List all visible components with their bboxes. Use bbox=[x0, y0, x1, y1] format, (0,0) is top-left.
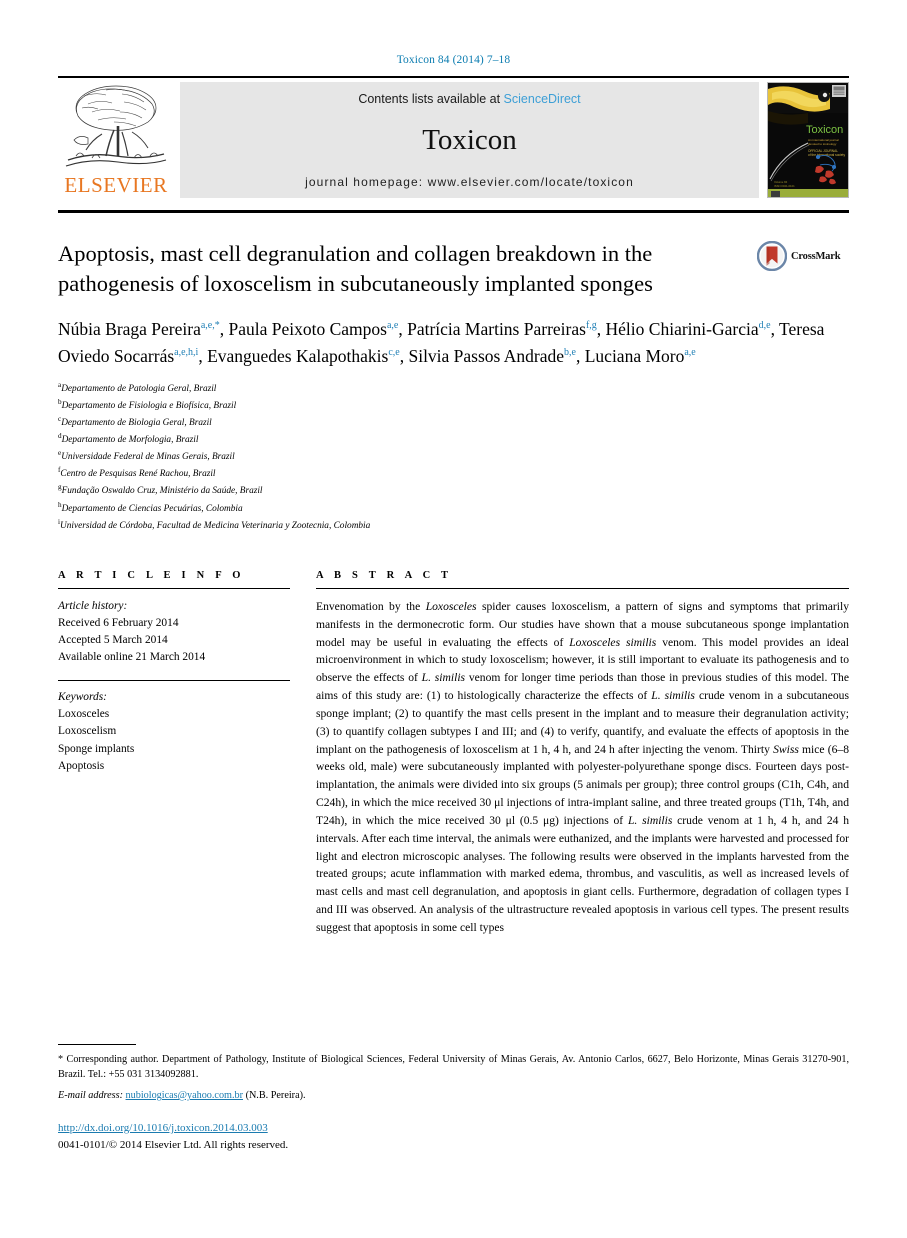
affiliation-item: eUniversidade Federal de Minas Gerais, B… bbox=[58, 449, 235, 463]
corresponding-author-note: * Corresponding author. Department of Pa… bbox=[58, 1054, 849, 1081]
elsevier-logo: ELSEVIER bbox=[58, 78, 174, 204]
email-line: E-mail address: nubiologicas@yahoo.com.b… bbox=[58, 1090, 849, 1101]
contents-prefix: Contents lists available at bbox=[358, 92, 504, 106]
journal-masthead: ELSEVIER Contents lists available at Sci… bbox=[58, 76, 849, 204]
article-history-item: Accepted 5 March 2014 bbox=[58, 634, 168, 647]
author-name: Paula Peixoto Campos bbox=[228, 319, 387, 340]
doi-block: http://dx.doi.org/10.1016/j.toxicon.2014… bbox=[58, 1120, 288, 1153]
affiliation-mark: c bbox=[58, 414, 62, 423]
affiliation-mark: i bbox=[58, 517, 60, 526]
affiliation-mark: b bbox=[58, 397, 62, 406]
svg-text:Toxicon: Toxicon bbox=[806, 124, 843, 136]
author-list: Núbia Braga Pereiraa,e,*, Paula Peixoto … bbox=[58, 319, 825, 366]
affiliation-item: cDepartamento de Biologia Geral, Brazil bbox=[58, 414, 212, 428]
affiliation-mark: f bbox=[58, 466, 61, 475]
author-name: Núbia Braga Pereira bbox=[58, 319, 201, 340]
author-affiliation-marks: a,e bbox=[386, 320, 399, 332]
author-name: Evanguedes Kalapothakis bbox=[207, 345, 389, 366]
author-affiliation-marks: d,e bbox=[758, 320, 771, 332]
keyword-item: Loxosceles bbox=[58, 708, 110, 721]
keywords-rule bbox=[58, 680, 290, 682]
contents-available-line: Contents lists available at ScienceDirec… bbox=[358, 92, 580, 106]
article-history-items: Received 6 February 2014 Accepted 5 March… bbox=[58, 615, 290, 666]
author-name: Hélio Chiarini-Garcia bbox=[605, 319, 759, 340]
author-name: Luciana Moro bbox=[584, 345, 685, 366]
svg-text:devoted to toxinology: devoted to toxinology bbox=[808, 142, 837, 146]
author-affiliation-marks: f,g bbox=[585, 320, 597, 332]
affiliation-item: fCentro de Pesquisas René Rachou, Brazil bbox=[58, 466, 216, 480]
abstract-column: A B S T R A C T Envenomation by the Loxo… bbox=[316, 570, 849, 937]
svg-text:of the international society: of the international society bbox=[808, 153, 845, 157]
elsevier-wordmark: ELSEVIER bbox=[64, 173, 168, 197]
affiliation-item: hDepartamento de Ciencias Pecuárias, Col… bbox=[58, 500, 243, 514]
email-suffix: (N.B. Pereira). bbox=[245, 1090, 306, 1101]
author-affiliation-marks: a,e bbox=[684, 347, 696, 359]
copyright-line: 0041-0101/© 2014 Elsevier Ltd. All right… bbox=[58, 1138, 289, 1151]
article-info-column: A R T I C L E I N F O Article history: R… bbox=[58, 570, 290, 937]
article-info-rule bbox=[58, 587, 290, 589]
article-info-heading: A R T I C L E I N F O bbox=[58, 569, 245, 581]
affiliation-mark: h bbox=[58, 500, 62, 509]
affiliation-item: gFundação Oswaldo Cruz, Ministério da Sa… bbox=[58, 483, 263, 497]
journal-banner: Contents lists available at ScienceDirec… bbox=[180, 82, 759, 198]
crossmark-icon bbox=[756, 240, 788, 272]
author-affiliation-marks: c,e bbox=[388, 347, 400, 359]
author-affiliation-marks: a,e,* bbox=[200, 320, 220, 332]
info-abstract-columns: A R T I C L E I N F O Article history: R… bbox=[58, 570, 849, 937]
affiliation-mark: e bbox=[58, 449, 62, 458]
article-history-label: Article history: bbox=[58, 599, 128, 612]
journal-cover-thumbnail: Toxicon An international journal devoted… bbox=[767, 82, 849, 198]
keywords-block: Keywords: Loxosceles Loxoscelism Sponge im… bbox=[58, 689, 290, 775]
author-affiliation-marks: a,e,h,i bbox=[174, 347, 199, 359]
keywords-label: Keywords: bbox=[58, 691, 107, 704]
keywords-items: Loxosceles Loxoscelism Sponge implants Apop… bbox=[58, 706, 290, 774]
masthead-bottom-rule bbox=[58, 210, 849, 213]
article-history-item: Available online 21 March 2014 bbox=[58, 651, 206, 664]
page-title: Apoptosis, mast cell degranulation and c… bbox=[58, 241, 653, 296]
affiliation-item: dDepartamento de Morfologia, Brazil bbox=[58, 431, 199, 446]
affiliation-item: aDepartamento de Patologia Geral, Brazil bbox=[58, 380, 217, 394]
affiliation-item: bDepartamento de Fisiologia e Biofísica,… bbox=[58, 397, 237, 411]
email-label: E-mail address: bbox=[58, 1090, 123, 1101]
affiliation-mark: g bbox=[58, 483, 62, 492]
sciencedirect-link[interactable]: ScienceDirect bbox=[504, 92, 581, 106]
svg-text:ISSN 0041-0101: ISSN 0041-0101 bbox=[774, 184, 795, 188]
abstract-paragraph: Envenomation by the Loxosceles spider ca… bbox=[316, 599, 850, 935]
doi-link[interactable]: http://dx.doi.org/10.1016/j.toxicon.2014… bbox=[58, 1120, 288, 1137]
journal-title: Toxicon bbox=[422, 124, 517, 156]
affiliation-mark: d bbox=[58, 431, 62, 440]
footnote-rule bbox=[58, 1044, 136, 1045]
journal-article-first-page: Toxicon 84 (2014) 7–18 ELSEVIER Contents… bbox=[0, 0, 907, 1238]
article-history-item: Received 6 February 2014 bbox=[58, 616, 179, 629]
title-block: Apoptosis, mast cell degranulation and c… bbox=[58, 239, 849, 298]
email-link[interactable]: nubiologicas@yahoo.com.br bbox=[126, 1090, 243, 1101]
abstract-rule bbox=[316, 587, 849, 589]
article-history: Article history: Received 6 February 201… bbox=[58, 598, 290, 666]
author-name: Silvia Passos Andrade bbox=[408, 345, 565, 366]
author-affiliation-marks: b,e bbox=[564, 347, 576, 359]
crossmark-label: CrossMark bbox=[791, 250, 841, 262]
crossmark-badge[interactable]: CrossMark bbox=[756, 240, 849, 272]
affiliation-item: iUniversidad de Córdoba, Facultad de Med… bbox=[58, 517, 371, 531]
keyword-item: Loxoscelism bbox=[58, 725, 117, 738]
abstract-heading: A B S T R A C T bbox=[316, 569, 453, 581]
keyword-item: Apoptosis bbox=[58, 759, 105, 772]
abstract-text: Envenomation by the Loxosceles spider ca… bbox=[316, 598, 849, 937]
affiliation-mark: a bbox=[58, 380, 62, 389]
keyword-item: Sponge implants bbox=[58, 742, 135, 755]
author-name: Patrícia Martins Parreiras bbox=[407, 319, 586, 340]
journal-homepage-link[interactable]: journal homepage: www.elsevier.com/locat… bbox=[305, 175, 634, 189]
affiliation-list: aDepartamento de Patologia Geral, Brazil… bbox=[58, 380, 849, 534]
running-head: Toxicon 84 (2014) 7–18 bbox=[396, 54, 511, 66]
elsevier-tree-icon bbox=[62, 82, 170, 174]
